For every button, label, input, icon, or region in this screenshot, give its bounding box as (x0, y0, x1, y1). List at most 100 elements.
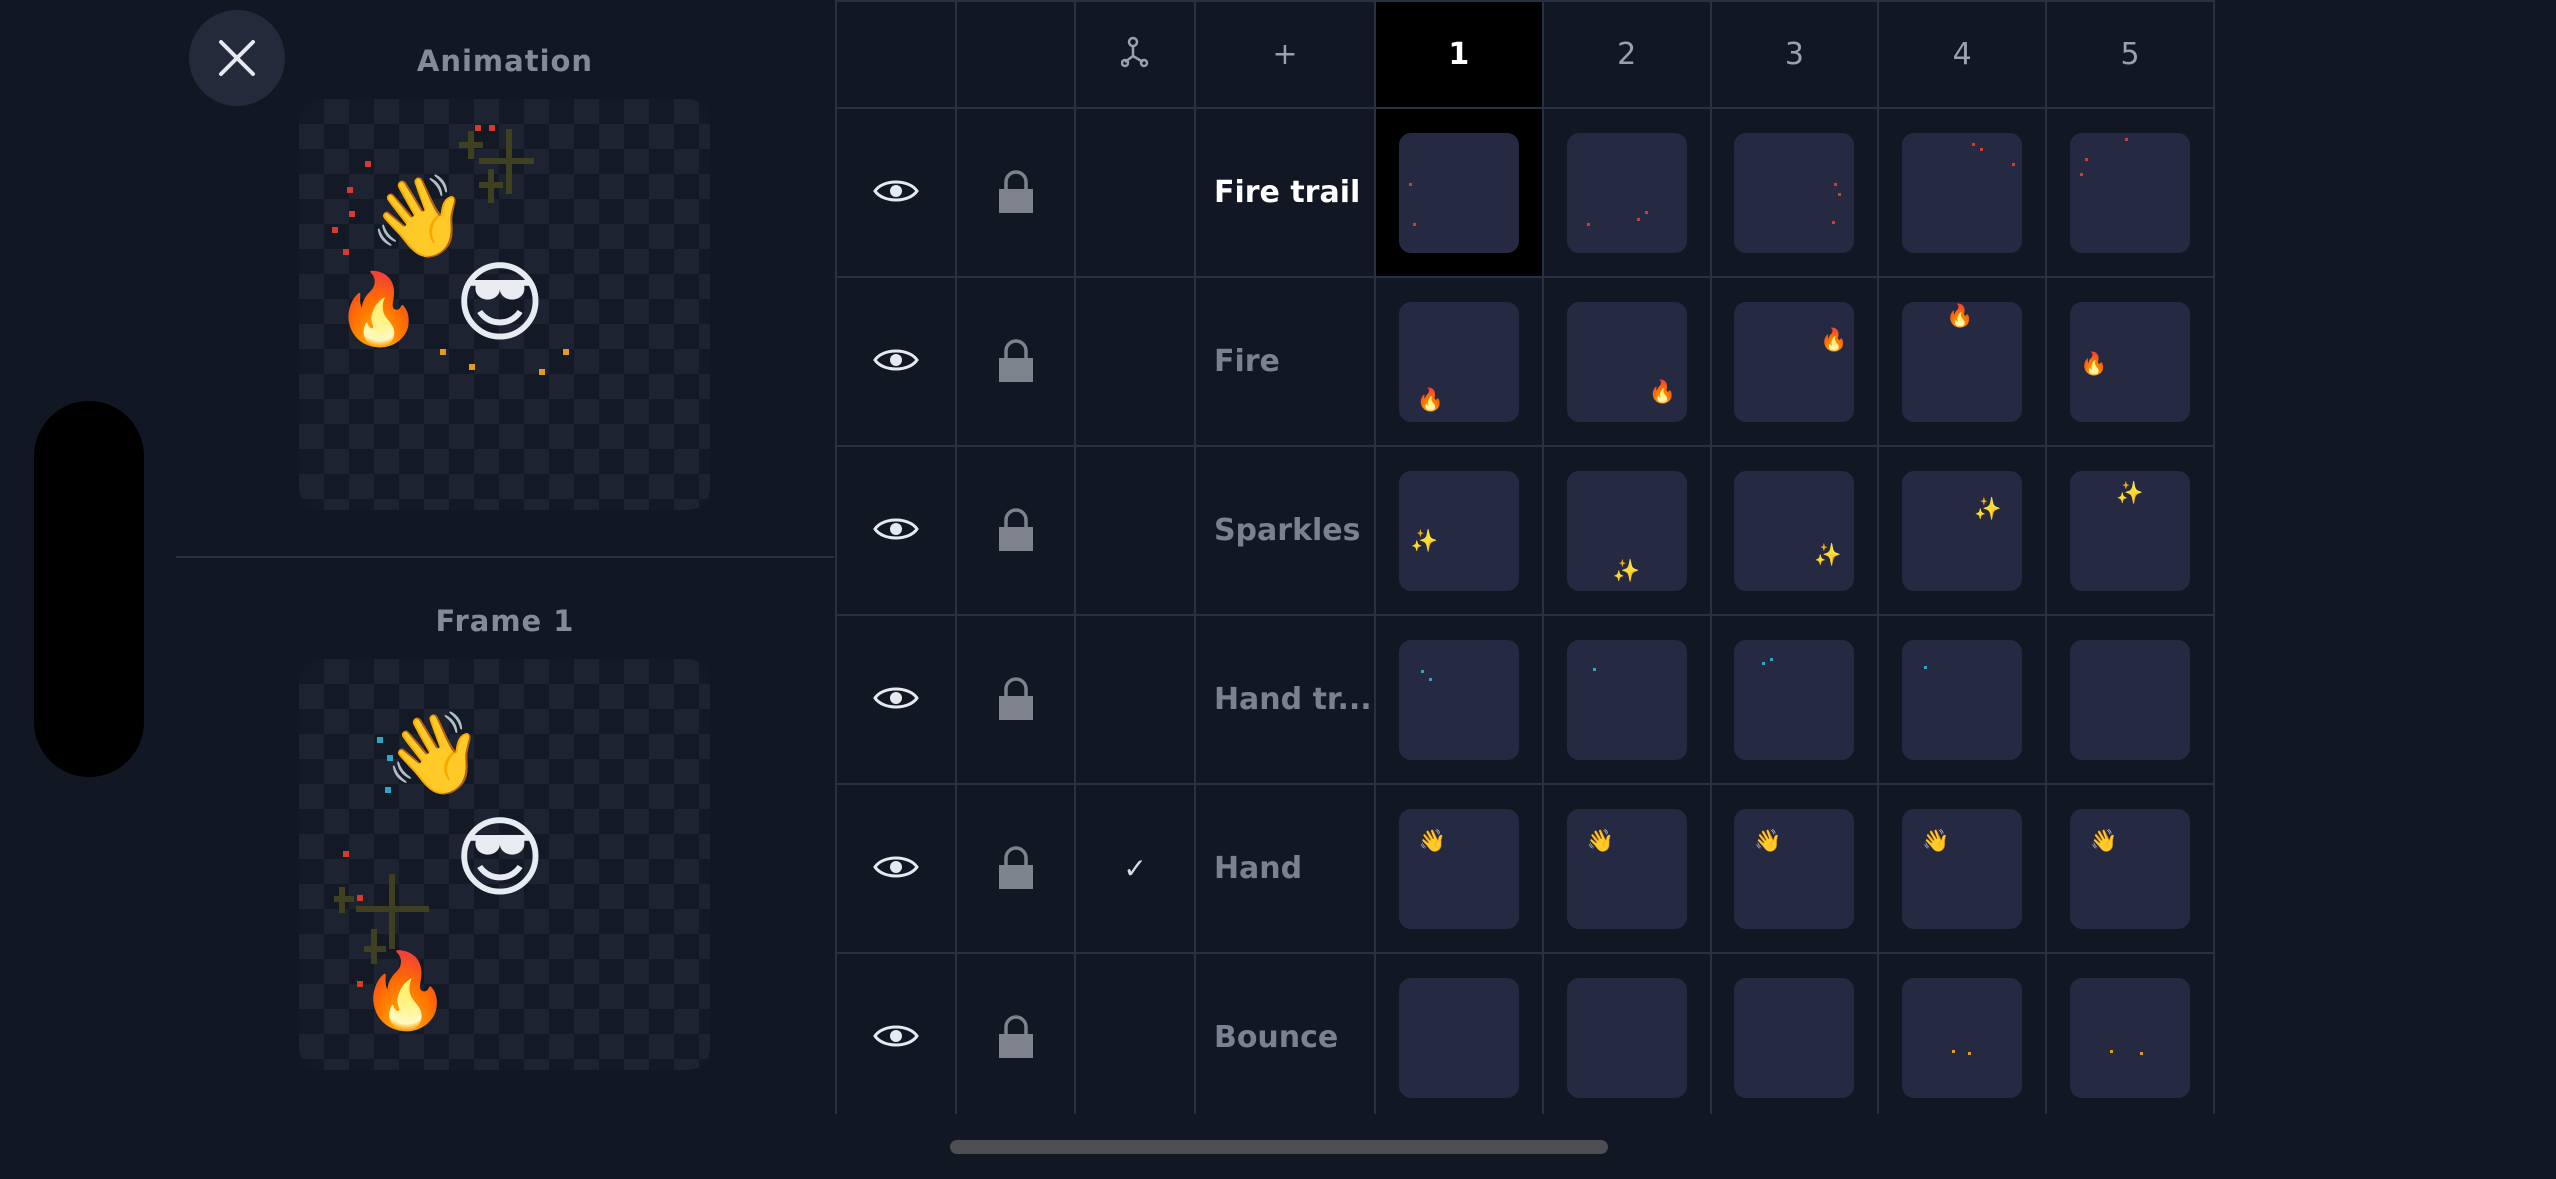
lock-toggle[interactable] (954, 614, 1077, 785)
frame-preview-canvas[interactable]: 👋 😎 🔥 (299, 659, 710, 1070)
frame-cell[interactable] (2045, 107, 2215, 278)
thumbnail-pixel (1770, 657, 1774, 661)
frame-cell[interactable] (2045, 614, 2215, 785)
home-indicator (950, 1140, 1608, 1154)
layer-row[interactable]: Bounce (835, 952, 2215, 1114)
visibility-toggle[interactable] (835, 107, 957, 278)
frame-thumbnail: 🔥 (1902, 301, 2023, 422)
frame-cell[interactable] (1373, 952, 1544, 1114)
lock-toggle[interactable] (954, 107, 1077, 278)
layer-row[interactable]: Hand tr... (835, 614, 2215, 785)
onion-skin-cell[interactable]: ✓ (1074, 783, 1196, 954)
layer-row[interactable]: Sparkles ✨ ✨ ✨ ✨ ✨ (835, 445, 2215, 616)
header-visibility (835, 0, 957, 109)
frame-header-1[interactable]: 1 (1373, 0, 1544, 109)
lock-toggle[interactable] (954, 952, 1077, 1114)
frame-cell[interactable]: 👋 (1709, 783, 1880, 954)
side-drag-handle[interactable] (34, 401, 144, 777)
visibility-toggle[interactable] (835, 276, 957, 447)
close-button[interactable] (189, 10, 285, 106)
thumbnail-emoji: 👋 (1754, 828, 1782, 854)
layer-name[interactable]: Hand (1193, 783, 1376, 954)
lock-toggle[interactable] (954, 445, 1077, 616)
frame-cell[interactable]: 🔥 (1373, 276, 1544, 447)
frame-cell[interactable] (1877, 614, 2048, 785)
layer-row[interactable]: Fire trail (835, 107, 2215, 278)
layer-name[interactable]: Sparkles (1193, 445, 1376, 616)
frame-cell[interactable]: 👋 (1877, 783, 2048, 954)
thumbnail-pixel (2085, 157, 2089, 161)
frame-cell[interactable]: 🔥 (1541, 276, 1712, 447)
layer-row[interactable]: Fire 🔥 🔥 🔥 🔥 🔥 (835, 276, 2215, 447)
frame-cell[interactable] (1541, 614, 1712, 785)
onion-skin-cell[interactable] (1074, 276, 1196, 447)
thumbnail-emoji: 👋 (1418, 828, 1447, 854)
frame-cell[interactable] (1541, 107, 1712, 278)
thumbnail-emoji: ✨ (1974, 496, 2002, 522)
frame-cell[interactable]: 👋 (2045, 783, 2215, 954)
frame-cell[interactable] (1709, 952, 1880, 1114)
visibility-toggle[interactable] (835, 783, 957, 954)
layer-name[interactable]: Hand tr... (1193, 614, 1376, 785)
onion-skin-cell[interactable] (1074, 952, 1196, 1114)
lock-icon (998, 676, 1033, 720)
lock-toggle[interactable] (954, 276, 1077, 447)
frame-cell[interactable] (1877, 952, 2048, 1114)
frame-cell[interactable] (1877, 107, 2048, 278)
frame-cell[interactable] (2045, 952, 2215, 1114)
frame-cell[interactable]: ✨ (2045, 445, 2215, 616)
thumbnail-pixel (2140, 1051, 2144, 1055)
eye-icon (873, 349, 919, 370)
frame-cell[interactable] (1541, 952, 1712, 1114)
frame-cell[interactable]: 👋 (1541, 783, 1712, 954)
frame-cell[interactable]: ✨ (1541, 445, 1712, 616)
thumbnail-emoji: 🔥 (1820, 327, 1848, 353)
layer-row[interactable]: ✓ Hand 👋 👋 👋 👋 👋 (835, 783, 2215, 954)
frame-thumbnail (2070, 977, 2191, 1098)
onion-skin-cell[interactable] (1074, 445, 1196, 616)
onion-skin-toggle[interactable] (1074, 0, 1196, 109)
fire-emoji: 🔥 (335, 268, 423, 350)
frame-thumbnail: ✨ (1734, 470, 1855, 591)
frame-header-4[interactable]: 4 (1877, 0, 2048, 109)
frame-thumbnail: 🔥 (1566, 301, 1687, 422)
frame-cell[interactable]: 🔥 (2045, 276, 2215, 447)
thumbnail-pixel (1952, 1049, 1956, 1053)
thumbnail-pixel (1832, 220, 1836, 224)
frame-cell[interactable]: 🔥 (1877, 276, 2048, 447)
onion-skin-cell[interactable] (1074, 614, 1196, 785)
frame-thumbnail: 👋 (1734, 808, 1855, 929)
frame-cell[interactable]: ✨ (1877, 445, 2048, 616)
lock-toggle[interactable] (954, 783, 1077, 954)
frame-header-5[interactable]: 5 (2045, 0, 2215, 109)
layer-name[interactable]: Fire trail (1193, 107, 1376, 278)
frame-cell[interactable] (1373, 614, 1544, 785)
onion-skin-cell[interactable] (1074, 107, 1196, 278)
layer-name[interactable]: Bounce (1193, 952, 1376, 1114)
visibility-toggle[interactable] (835, 614, 957, 785)
visibility-toggle[interactable] (835, 952, 957, 1114)
frame-cell[interactable] (1373, 107, 1544, 278)
frame-cell[interactable] (1709, 107, 1880, 278)
thumbnail-pixel (1968, 1051, 1972, 1055)
sparkle-shape (334, 874, 429, 964)
add-layer-button[interactable]: + (1193, 0, 1376, 109)
visibility-toggle[interactable] (835, 445, 957, 616)
frame-cell[interactable] (1709, 614, 1880, 785)
frame-thumbnail: 👋 (1566, 808, 1687, 929)
frame-header-2[interactable]: 2 (1541, 0, 1712, 109)
lock-icon (998, 338, 1033, 382)
frame-thumbnail (2070, 639, 2191, 760)
frame-header-3[interactable]: 3 (1709, 0, 1880, 109)
eye-icon (873, 687, 919, 708)
animation-preview-canvas[interactable]: 👋 🔥 😎 (299, 99, 710, 510)
frame-cell[interactable]: ✨ (1373, 445, 1544, 616)
frame-cell[interactable]: 🔥 (1709, 276, 1880, 447)
thumbnail-emoji: ✨ (1814, 542, 1842, 568)
waving-hand-emoji: 👋 (369, 170, 469, 263)
layer-name[interactable]: Fire (1193, 276, 1376, 447)
frame-cell[interactable]: ✨ (1709, 445, 1880, 616)
frame-thumbnail (1566, 132, 1687, 253)
frame-cell[interactable]: 👋 (1373, 783, 1544, 954)
thumbnail-pixel (1636, 217, 1640, 221)
